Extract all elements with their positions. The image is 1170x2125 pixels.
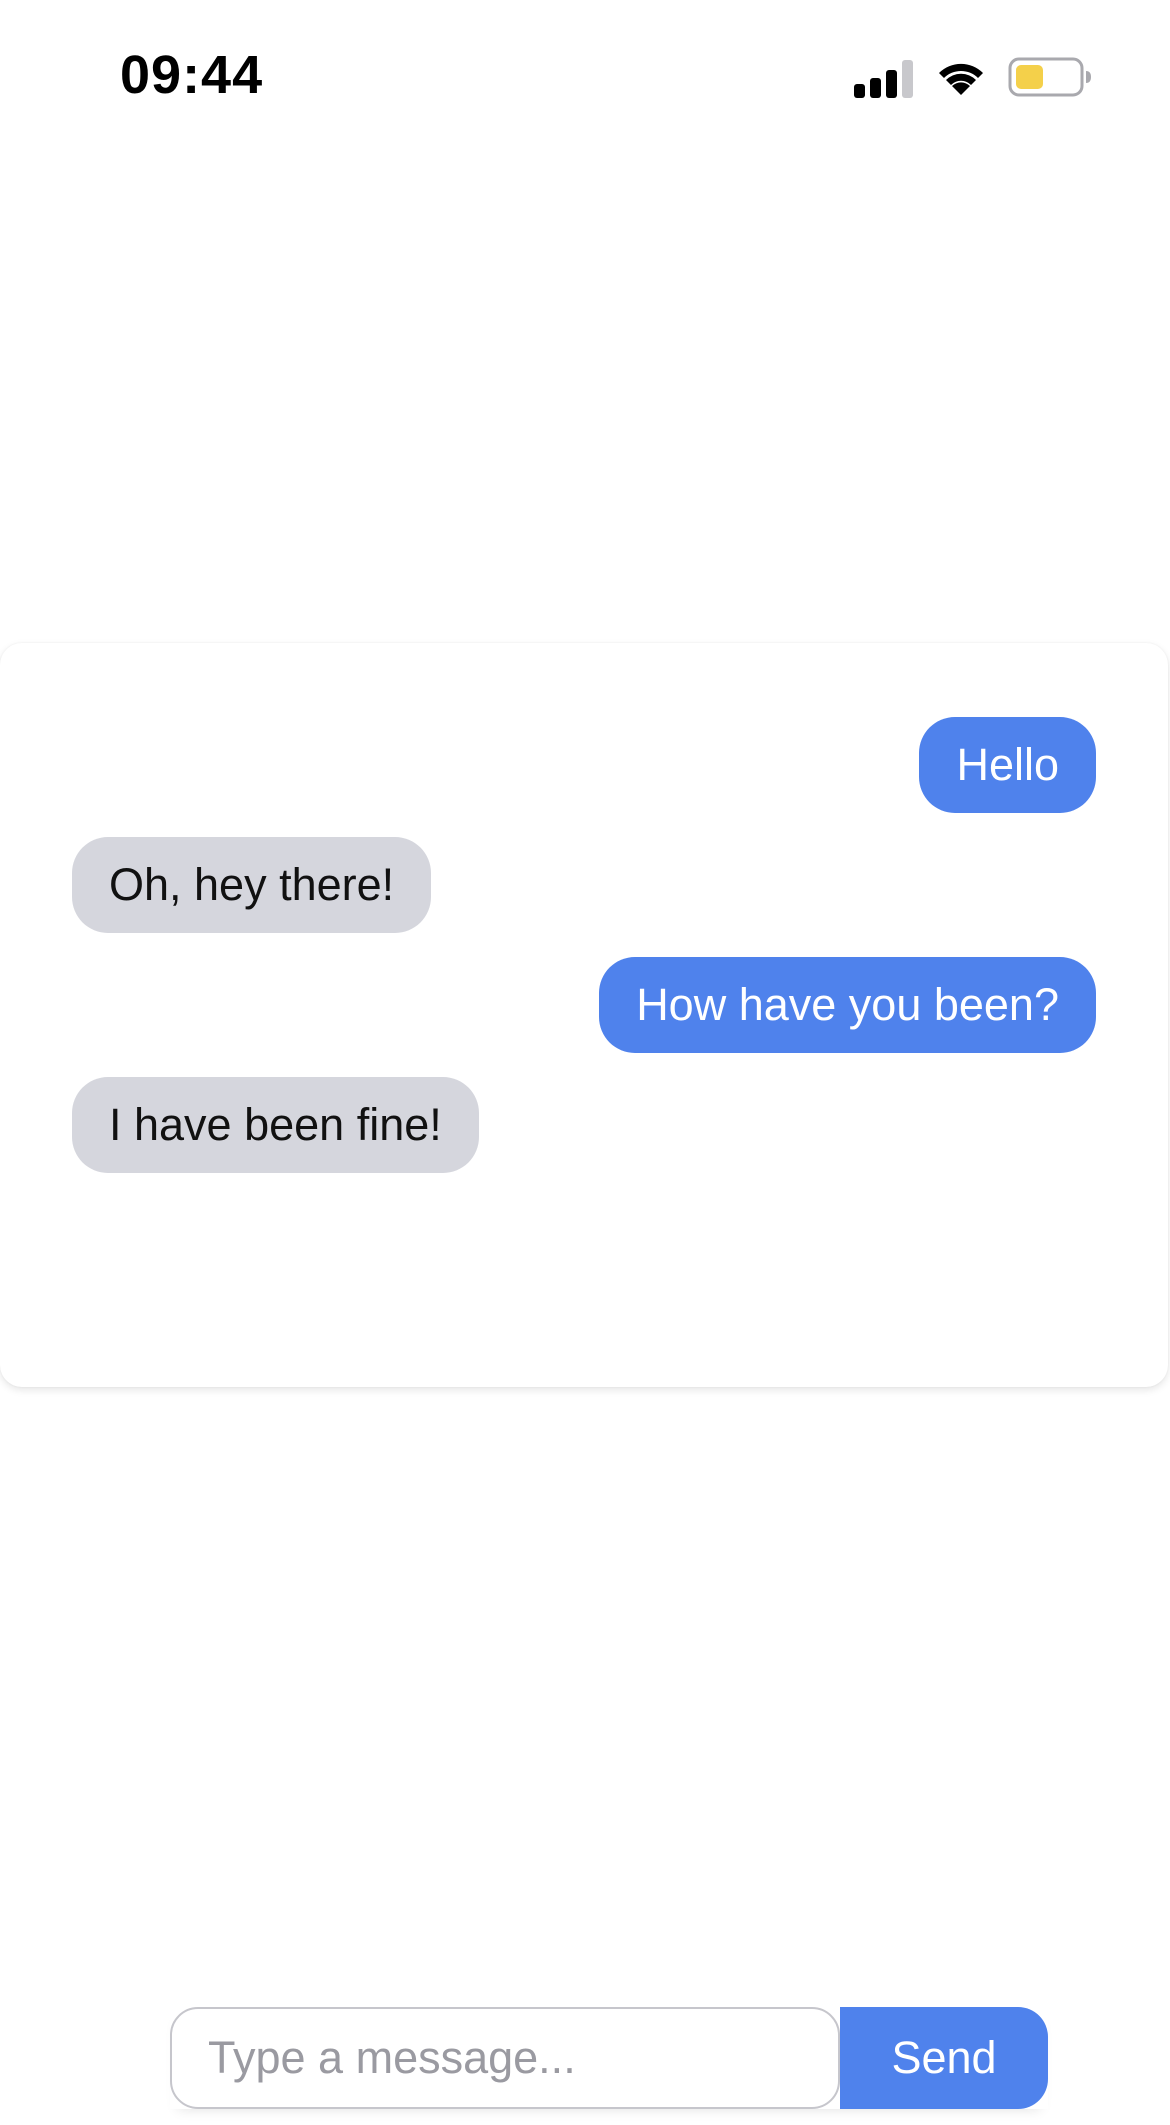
battery-icon: [1008, 57, 1091, 97]
cellular-signal-icon: [854, 58, 916, 98]
signal-bar: [870, 78, 881, 98]
chat-card: Hello Oh, hey there! How have you been? …: [0, 643, 1168, 1387]
message-bubble-received: I have been fine!: [72, 1077, 479, 1173]
message-bubble-received: Oh, hey there!: [72, 837, 432, 933]
status-bar: 09:44: [0, 0, 1170, 150]
signal-bar: [854, 84, 865, 98]
message-input[interactable]: [170, 2007, 840, 2109]
message-bubble-sent: How have you been?: [599, 957, 1096, 1053]
wifi-icon: [939, 63, 983, 95]
status-time: 09:44: [120, 45, 264, 105]
message-bubble-sent: Hello: [919, 717, 1096, 813]
signal-bar: [902, 60, 913, 98]
message-composer: Send: [170, 2007, 1048, 2109]
signal-bar: [886, 70, 897, 98]
send-button[interactable]: Send: [840, 2007, 1048, 2109]
